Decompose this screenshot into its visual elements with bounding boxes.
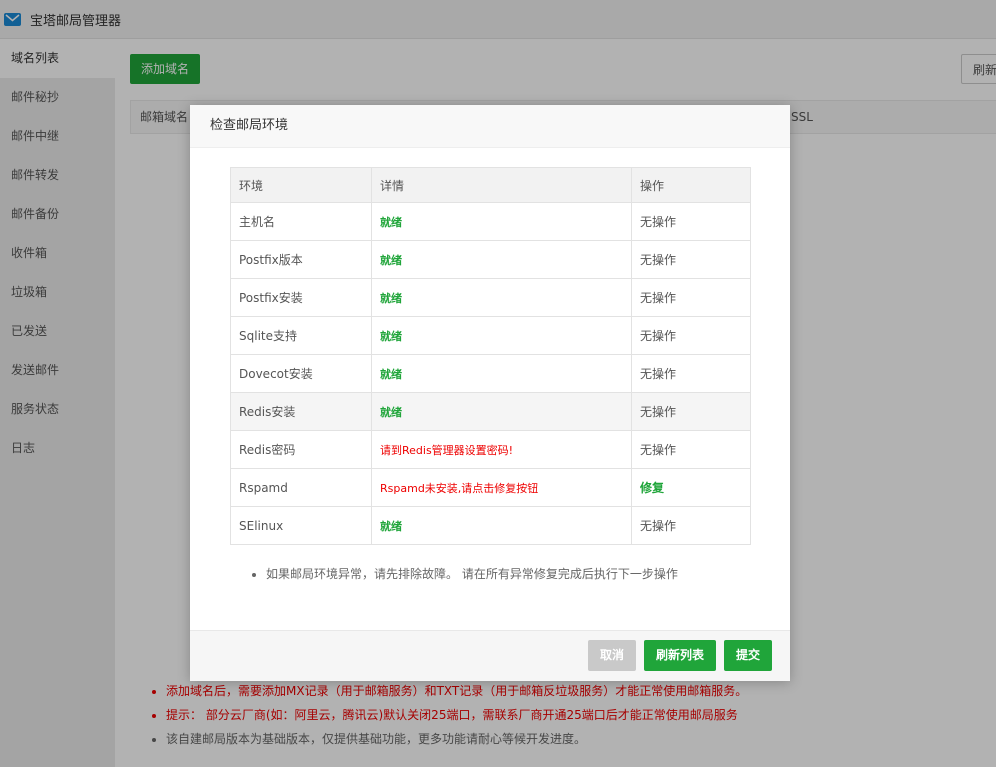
table-row: Postfix版本 就绪 无操作 [230,240,751,279]
env-name: Rspamd [230,468,372,507]
column-header-detail: 详情 [371,167,632,203]
env-action: 无操作 [631,278,751,317]
env-action: 无操作 [631,392,751,431]
env-detail: 就绪 [371,354,632,393]
submit-button[interactable]: 提交 [724,640,772,671]
cancel-button[interactable]: 取消 [588,640,636,671]
env-detail: 就绪 [371,392,632,431]
env-name: Sqlite支持 [230,316,372,355]
env-action: 无操作 [631,316,751,355]
column-header-action: 操作 [631,167,751,203]
env-action: 无操作 [631,354,751,393]
table-row: Sqlite支持 就绪 无操作 [230,316,751,355]
env-name: Redis密码 [230,430,372,469]
refresh-list-button[interactable]: 刷新列表 [644,640,716,671]
environment-table: 环境 详情 操作 主机名 就绪 无操作 Postfix版本 就绪 无操作 Pos… [230,167,751,545]
env-detail: 请到Redis管理器设置密码! [371,430,632,469]
env-name: Redis安装 [230,392,372,431]
env-detail: 就绪 [371,316,632,355]
table-row: Postfix安装 就绪 无操作 [230,278,751,317]
env-action: 无操作 [631,430,751,469]
env-detail: 就绪 [371,506,632,545]
env-detail: 就绪 [371,240,632,279]
table-row: Dovecot安装 就绪 无操作 [230,354,751,393]
table-row: Rspamd Rspamd未安装,请点击修复按钮 修复 [230,468,751,507]
repair-link[interactable]: 修复 [631,468,751,507]
check-environment-dialog: 检查邮局环境 环境 详情 操作 主机名 就绪 无操作 Postfix版本 就绪 … [190,105,790,681]
table-row: Redis密码 请到Redis管理器设置密码! 无操作 [230,430,751,469]
column-header-env: 环境 [230,167,372,203]
env-name: Postfix安装 [230,278,372,317]
table-header-row: 环境 详情 操作 [230,167,751,203]
env-action: 无操作 [631,506,751,545]
table-row: 主机名 就绪 无操作 [230,202,751,241]
table-row: SElinux 就绪 无操作 [230,506,751,545]
env-action: 无操作 [631,240,751,279]
env-name: SElinux [230,506,372,545]
table-row: Redis安装 就绪 无操作 [230,392,751,431]
env-detail: Rspamd未安装,请点击修复按钮 [371,468,632,507]
env-detail: 就绪 [371,278,632,317]
env-name: Dovecot安装 [230,354,372,393]
env-action: 无操作 [631,202,751,241]
dialog-footer: 取消 刷新列表 提交 [190,630,790,681]
env-name: 主机名 [230,202,372,241]
env-detail: 就绪 [371,202,632,241]
env-name: Postfix版本 [230,240,372,279]
dialog-title: 检查邮局环境 [190,105,790,148]
dialog-note: 如果邮局环境异常，请先排除故障。 请在所有异常修复完成后执行下一步操作 [266,565,678,582]
dialog-note-list: 如果邮局环境异常，请先排除故障。 请在所有异常修复完成后执行下一步操作 [248,565,678,582]
